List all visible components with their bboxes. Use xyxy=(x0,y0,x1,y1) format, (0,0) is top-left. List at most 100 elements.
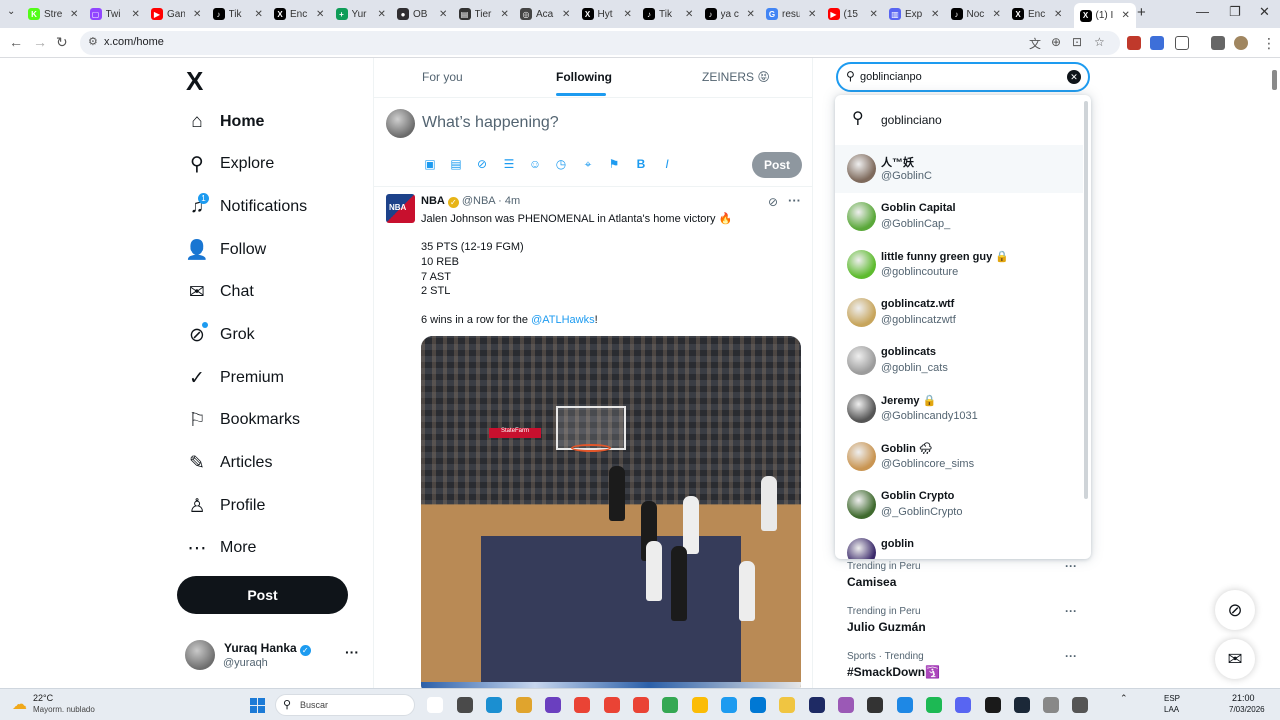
emoji-icon[interactable]: ☺ xyxy=(528,157,542,171)
browser-tab[interactable]: ● OB ✕ xyxy=(397,3,447,25)
account-switcher[interactable]: Yuraq Hanka ✓ @yuraqh ··· xyxy=(185,638,365,674)
clock-time[interactable]: 21:00 xyxy=(1232,693,1255,703)
premiere-icon[interactable] xyxy=(809,697,825,713)
browser-tab[interactable]: X (1) I ✕ xyxy=(1073,3,1136,28)
new-tab-button[interactable]: + xyxy=(1137,4,1146,21)
user-suggestion[interactable]: goblincats @goblin_cats xyxy=(835,337,1083,385)
url-text[interactable]: x.com/home xyxy=(104,36,164,48)
schedule-icon[interactable]: ◷ xyxy=(554,157,568,171)
search-bar[interactable]: ⚲ goblincianpo ✕ xyxy=(836,62,1090,92)
close-tab-icon[interactable]: ✕ xyxy=(747,9,755,20)
browser-tab[interactable]: Gresu ✕ xyxy=(766,3,816,25)
composer-input[interactable]: What’s happening? xyxy=(422,114,559,132)
reading-list-icon[interactable] xyxy=(1211,36,1225,50)
close-tab-icon[interactable]: ✕ xyxy=(562,9,570,20)
grok-icon[interactable]: ⊘ xyxy=(768,195,778,209)
user-suggestion[interactable]: little funny green guy 🔒 @goblincouture xyxy=(835,241,1083,289)
user-suggestion[interactable]: goblincatz.wtf @goblincatzwtf xyxy=(835,289,1083,337)
tab-zeiners[interactable]: ZEINERS 😝 xyxy=(702,70,770,84)
search-suggestion[interactable]: ⚲ goblinciano xyxy=(835,95,1083,143)
close-tab-icon[interactable]: ✕ xyxy=(1122,10,1130,21)
tab-for-you[interactable]: For you xyxy=(422,70,463,84)
sidebar-item-premium[interactable]: ✓ Premium xyxy=(186,358,284,398)
gif-icon[interactable]: ▤ xyxy=(449,157,463,171)
messages-fab-button[interactable]: ✉ xyxy=(1215,639,1255,679)
close-tab-icon[interactable]: ✕ xyxy=(624,9,632,20)
more-icon[interactable]: ··· xyxy=(345,644,359,660)
grok-icon[interactable]: ⊘ xyxy=(475,157,489,171)
chrome-icon[interactable] xyxy=(692,697,708,713)
search-input[interactable]: goblincianpo xyxy=(860,71,922,83)
trend-item[interactable]: Trending in Peru Julio Guzmán ··· xyxy=(847,604,1087,634)
close-tab-icon[interactable]: ✕ xyxy=(193,9,201,20)
edge-icon[interactable] xyxy=(486,697,502,713)
minimize-icon[interactable]: — xyxy=(1196,4,1209,19)
weather-description[interactable]: Mayorm. nublado xyxy=(33,705,95,714)
tray-overflow-icon[interactable]: ⌃ xyxy=(1120,693,1128,704)
extension-icon[interactable] xyxy=(1127,36,1141,50)
grok-fab-button[interactable]: ⊘ xyxy=(1215,590,1255,630)
steam-icon[interactable] xyxy=(1014,697,1030,713)
browser-tab[interactable]: X Enc ✕ xyxy=(1012,3,1062,25)
trend-item[interactable]: Sports · Trending #SmackDown🛐 ··· xyxy=(847,649,1087,679)
input-layout[interactable]: LAA xyxy=(1164,705,1179,714)
restore-icon[interactable]: ❐ xyxy=(1229,4,1241,20)
post-button[interactable]: Post xyxy=(177,576,348,614)
task-view-icon[interactable] xyxy=(457,697,473,713)
reload-icon[interactable]: ↻ xyxy=(56,34,68,51)
browser-tab[interactable]: ▶ Gan ✕ xyxy=(151,3,201,25)
user-suggestion[interactable]: Jeremy 🔒 @Goblincandy1031 xyxy=(835,385,1083,433)
chrome-icon[interactable] xyxy=(633,697,649,713)
sidebar-item-more[interactable]: ⋯ More xyxy=(186,528,257,568)
browser-tab[interactable]: K Stre ✕ xyxy=(28,3,78,25)
close-tab-icon[interactable]: ✕ xyxy=(1054,9,1062,20)
sidebar-item-follow[interactable]: 👤 Follow xyxy=(185,230,266,270)
italic-icon[interactable]: I xyxy=(660,157,674,171)
mention-link[interactable]: @ATLHawks xyxy=(531,314,595,326)
app-icon[interactable] xyxy=(985,697,1001,713)
user-suggestion[interactable]: Goblin Capital @GoblinCap_ xyxy=(835,193,1083,241)
page-scrollbar[interactable] xyxy=(1272,70,1277,90)
compose-post-button[interactable]: Post xyxy=(752,152,802,178)
tweet[interactable]: NBA NBA ✓ @NBA · 4m ⊘ ··· Jalen Johnson wa… xyxy=(374,187,812,688)
chrome-icon[interactable] xyxy=(574,697,590,713)
browser-tab[interactable]: ▥ Exp ✕ xyxy=(889,3,939,25)
user-suggestion[interactable]: goblin xyxy=(835,529,1083,559)
snipping-icon[interactable] xyxy=(545,697,561,713)
bold-icon[interactable]: B xyxy=(634,157,648,171)
flag-icon[interactable]: ⚑ xyxy=(607,157,621,171)
site-info-icon[interactable]: ⚙ xyxy=(88,35,98,48)
settings-icon[interactable] xyxy=(1072,697,1088,713)
tweet-video[interactable]: StateFarm xyxy=(421,336,801,688)
media-icon[interactable]: ▣ xyxy=(423,157,437,171)
browser-tab[interactable]: ▶ (15 ✕ xyxy=(827,3,878,25)
more-icon[interactable]: ··· xyxy=(788,193,801,208)
close-tab-icon[interactable]: ✕ xyxy=(132,9,140,20)
user-suggestion[interactable]: 人™妖 @GoblinC xyxy=(835,145,1083,193)
sidebar-item-articles[interactable]: ✎ Articles xyxy=(186,443,272,483)
extensions-puzzle-icon[interactable] xyxy=(1175,36,1189,50)
obs-icon[interactable] xyxy=(867,697,883,713)
app-icon[interactable] xyxy=(897,697,913,713)
browser-menu-icon[interactable]: ⋮ xyxy=(1262,35,1276,52)
outlook-icon[interactable] xyxy=(750,697,766,713)
tab-search-dropdown-icon[interactable]: ⌄ xyxy=(7,6,15,17)
bookmark-star-icon[interactable]: ☆ xyxy=(1094,35,1105,49)
browser-tab[interactable]: X Hyt ✕ xyxy=(581,3,632,25)
close-tab-icon[interactable]: ✕ xyxy=(685,9,693,20)
more-icon[interactable]: ··· xyxy=(1065,604,1077,618)
close-tab-icon[interactable]: ✕ xyxy=(931,9,939,20)
app-icon[interactable] xyxy=(1043,697,1059,713)
browser-tab[interactable]: ♪ Tik ✕ xyxy=(643,3,693,25)
taskbar-search[interactable]: ⚲ Buscar xyxy=(275,694,415,716)
browser-tab[interactable]: ▤ Tier ✕ xyxy=(458,3,509,25)
input-language[interactable]: ESP xyxy=(1164,694,1180,703)
close-tab-icon[interactable]: ✕ xyxy=(378,9,386,20)
avatar[interactable]: NBA xyxy=(386,194,415,223)
browser-tab[interactable]: X Enc ✕ xyxy=(274,3,324,25)
close-tab-icon[interactable]: ✕ xyxy=(439,9,447,20)
clock-date[interactable]: 7/03/2026 xyxy=(1229,705,1265,714)
extension-icon[interactable] xyxy=(1150,36,1164,50)
close-window-icon[interactable]: ✕ xyxy=(1259,4,1270,20)
forward-icon[interactable]: → xyxy=(33,34,47,50)
